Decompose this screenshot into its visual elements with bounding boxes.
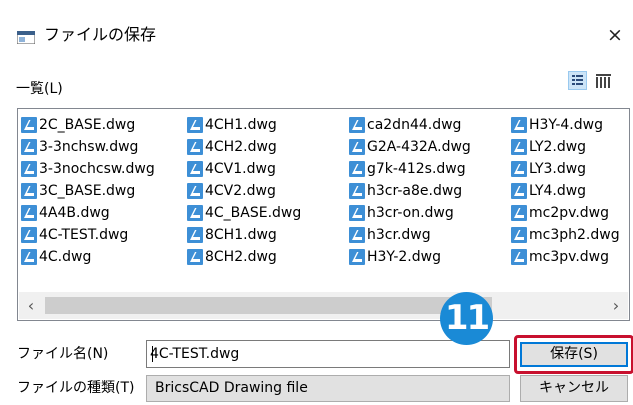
details-view-icon [596, 74, 611, 88]
file-name: h3cr.dwg [367, 227, 431, 243]
title-bar: ファイルの保存 × [0, 0, 633, 64]
file-name: h3cr-a8e.dwg [367, 183, 463, 199]
file-name: g7k-412s.dwg [367, 161, 466, 177]
bricscad-dwg-icon [187, 117, 203, 133]
bricscad-dwg-icon [349, 227, 365, 243]
filename-label: ファイル名(N) [17, 346, 109, 362]
file-name: 3-3nochcsw.dwg [39, 161, 155, 177]
bricscad-dwg-icon [21, 183, 37, 199]
bricscad-dwg-icon [187, 249, 203, 265]
bricscad-dwg-icon [187, 205, 203, 221]
file-name: 3-3nchsw.dwg [39, 139, 139, 155]
file-name: 4CH1.dwg [205, 117, 277, 133]
filetype-label: ファイルの種類(T) [17, 380, 135, 396]
bricscad-dwg-icon [349, 117, 365, 133]
cancel-button[interactable]: キャンセル [520, 375, 628, 402]
file-name: G2A-432A.dwg [367, 139, 471, 155]
file-name: h3cr-on.dwg [367, 205, 454, 221]
horizontal-scrollbar[interactable]: ‹ › [19, 292, 628, 319]
bricscad-dwg-icon [511, 227, 527, 243]
filename-value: 4C-TEST.dwg [150, 346, 240, 362]
file-name: 4CH2.dwg [205, 139, 277, 155]
text-caret [152, 346, 153, 362]
dialog-title: ファイルの保存 [44, 25, 157, 44]
file-name: mc3ph2.dwg [529, 227, 620, 243]
bricscad-dwg-icon [511, 183, 527, 199]
scroll-left-button[interactable]: ‹ [23, 296, 39, 315]
bricscad-dwg-icon [349, 205, 365, 221]
file-name: H3Y-4.dwg [529, 117, 603, 133]
bricscad-dwg-icon [511, 139, 527, 155]
file-name: 4A4B.dwg [39, 205, 110, 221]
file-name: 2C_BASE.dwg [39, 117, 136, 133]
file-name: LY2.dwg [529, 139, 587, 155]
bricscad-dwg-icon [21, 139, 37, 155]
bricscad-dwg-icon [21, 161, 37, 177]
file-name: LY3.dwg [529, 161, 587, 177]
file-name: 4CV2.dwg [205, 183, 276, 199]
bricscad-dwg-icon [21, 117, 37, 133]
file-name: H3Y-2.dwg [367, 249, 441, 265]
save-file-dialog: ファイルの保存 × 一覧(L) ‹ › 2C_BASE.dwg 3-3nchsw. [0, 0, 633, 405]
file-name: LY4.dwg [529, 183, 587, 199]
bricscad-dwg-icon [187, 183, 203, 199]
file-name: 4C.dwg [39, 249, 92, 265]
scrollbar-thumb[interactable] [45, 297, 492, 314]
bricscad-dwg-icon [511, 205, 527, 221]
file-name: mc2pv.dwg [529, 205, 610, 221]
bricscad-dwg-icon [187, 227, 203, 243]
bricscad-dwg-icon [187, 161, 203, 177]
filetype-select[interactable]: BricsCAD Drawing file [146, 375, 510, 402]
window-icon [17, 31, 35, 44]
details-view-button[interactable] [594, 71, 613, 90]
file-name: 3C_BASE.dwg [39, 183, 136, 199]
bricscad-dwg-icon [349, 249, 365, 265]
file-name: 4C-TEST.dwg [39, 227, 129, 243]
file-name: 8CH2.dwg [205, 249, 277, 265]
bricscad-dwg-icon [187, 139, 203, 155]
file-list[interactable]: ‹ › 2C_BASE.dwg 3-3nchsw.dwg 3-3nochcsw.dw… [17, 108, 630, 321]
file-name: ca2dn44.dwg [367, 117, 462, 133]
bricscad-dwg-icon [21, 205, 37, 221]
list-label: 一覧(L) [16, 81, 63, 97]
step-number-badge: 11 [440, 292, 493, 345]
save-button-highlight [514, 335, 633, 374]
list-view-icon [572, 75, 583, 85]
close-button[interactable]: × [603, 24, 627, 46]
scroll-right-button[interactable]: › [608, 296, 624, 315]
bricscad-dwg-icon [349, 139, 365, 155]
list-view-button[interactable] [568, 71, 587, 90]
file-name: mc3pv.dwg [529, 249, 610, 265]
file-name: 8CH1.dwg [205, 227, 277, 243]
bricscad-dwg-icon [21, 227, 37, 243]
bricscad-dwg-icon [21, 249, 37, 265]
bricscad-dwg-icon [349, 161, 365, 177]
file-name: 4C_BASE.dwg [205, 205, 302, 221]
bricscad-dwg-icon [511, 161, 527, 177]
bricscad-dwg-icon [511, 249, 527, 265]
filename-input[interactable]: 4C-TEST.dwg [146, 340, 510, 368]
bricscad-dwg-icon [349, 183, 365, 199]
file-name: 4CV1.dwg [205, 161, 276, 177]
bricscad-dwg-icon [511, 117, 527, 133]
